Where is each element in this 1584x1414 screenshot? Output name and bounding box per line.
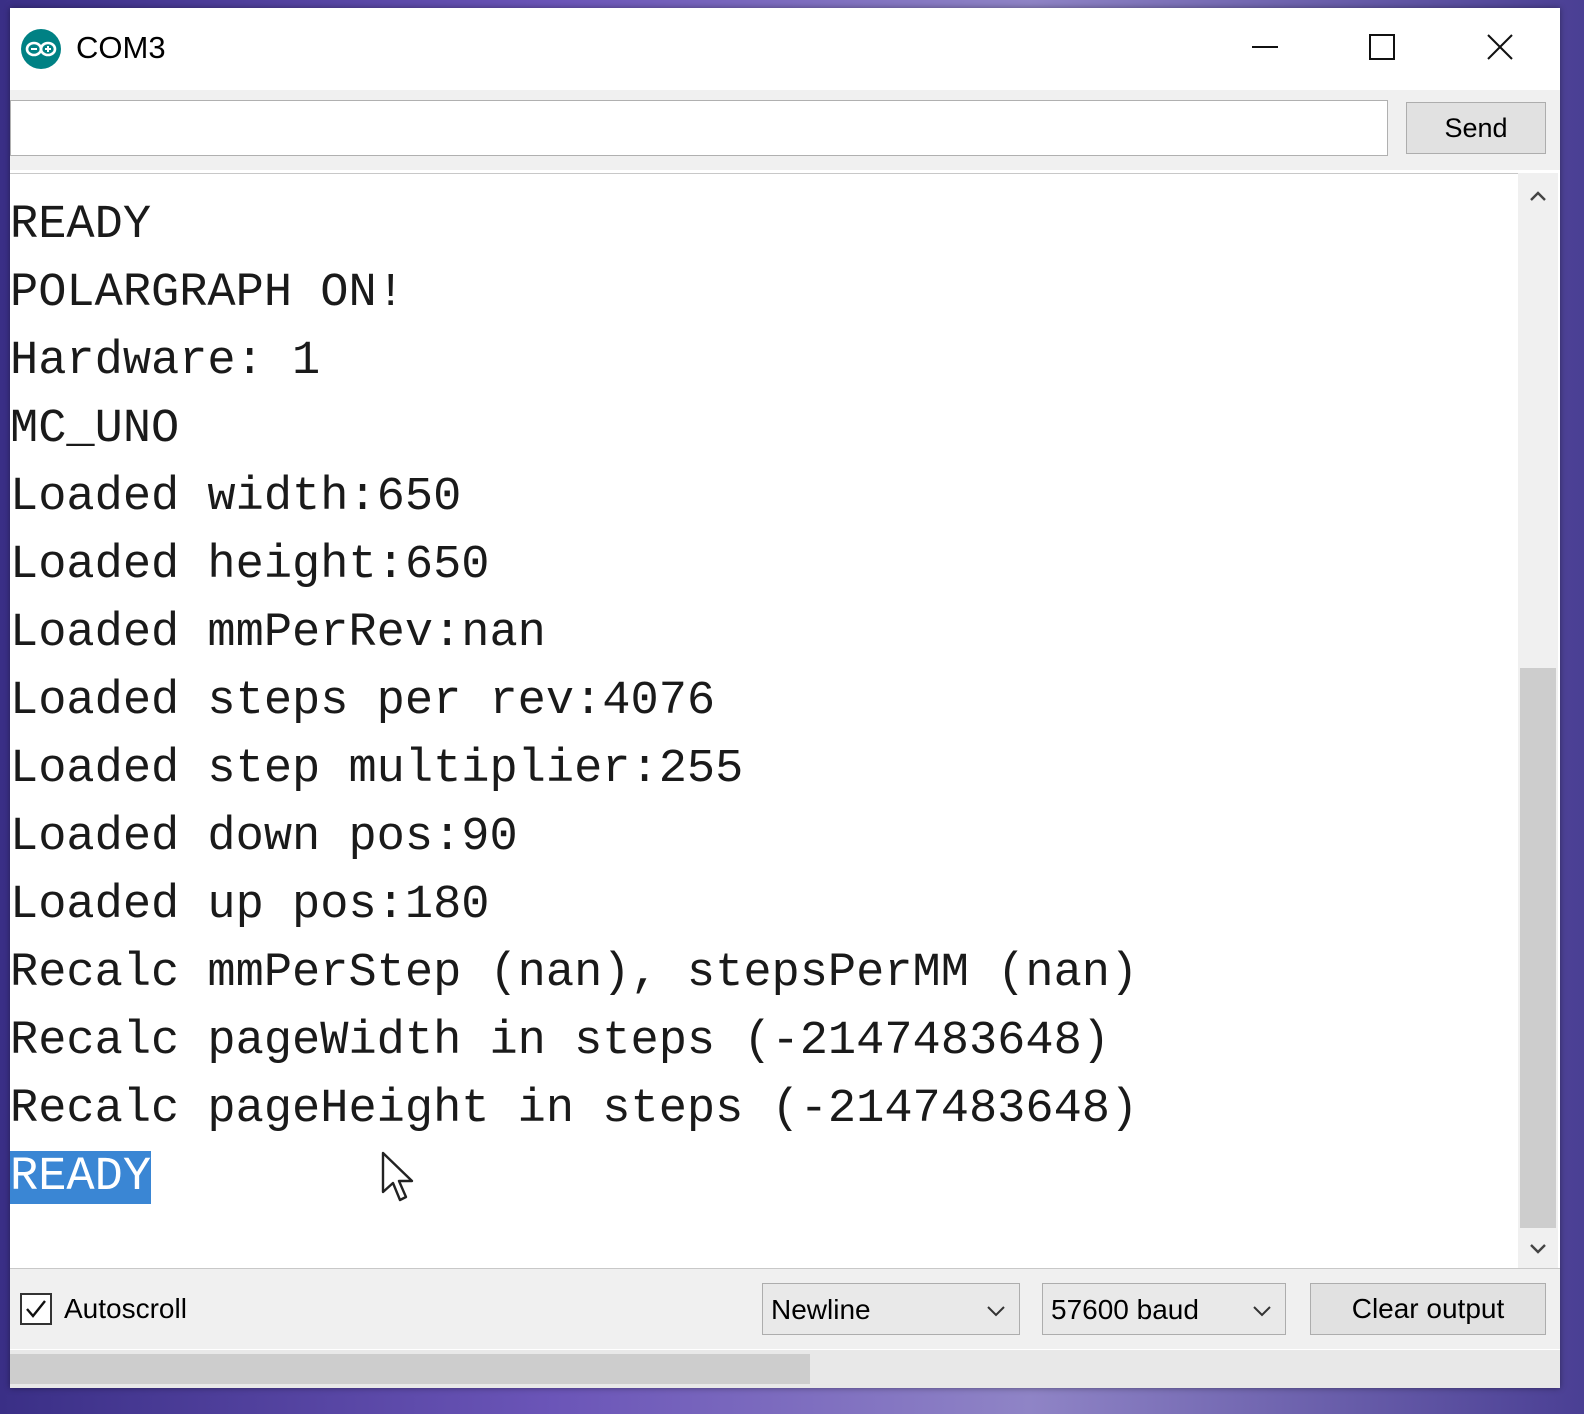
bottom-bar: Autoscroll Newline 57600 baud Clear outp… xyxy=(10,1268,1560,1349)
output-line: Recalc mmPerStep (nan), stepsPerMM (nan) xyxy=(10,947,1139,1000)
output-line: READY xyxy=(10,199,152,252)
checkmark-icon xyxy=(26,1300,46,1318)
partial-clipped-line: - - - - - - - - - - - - - - - xyxy=(10,174,903,198)
output-line: Loaded mmPerRev:nan xyxy=(10,607,546,660)
autoscroll-checkbox[interactable] xyxy=(20,1293,52,1325)
line-ending-value: Newline xyxy=(771,1294,871,1325)
baud-rate-select[interactable]: 57600 baud xyxy=(1042,1283,1286,1335)
scroll-up-icon[interactable] xyxy=(1526,185,1550,209)
serial-send-input[interactable] xyxy=(10,100,1388,156)
minimize-button[interactable] xyxy=(1235,22,1295,72)
clear-output-button[interactable]: Clear output xyxy=(1310,1283,1546,1335)
baud-rate-value: 57600 baud xyxy=(1051,1294,1199,1325)
selected-text: READY xyxy=(10,1151,152,1204)
output-line: Recalc pageHeight in steps (-2147483648) xyxy=(10,1083,1139,1136)
chevron-down-icon xyxy=(987,1306,1005,1317)
output-line: POLARGRAPH ON! xyxy=(10,267,405,320)
output-line: Loaded down pos:90 xyxy=(10,811,518,864)
arduino-infinity-icon xyxy=(21,29,61,69)
autoscroll-label: Autoscroll xyxy=(64,1293,187,1324)
output-line: Loaded up pos:180 xyxy=(10,879,490,932)
line-ending-select[interactable]: Newline xyxy=(762,1283,1020,1335)
output-line: Loaded height:650 xyxy=(10,539,490,592)
send-button[interactable]: Send xyxy=(1406,102,1546,154)
send-bar: Send xyxy=(10,90,1560,170)
output-line: Recalc pageWidth in steps (-2147483648) xyxy=(10,1015,1110,1068)
horizontal-scrollbar-thumb[interactable] xyxy=(10,1354,810,1384)
output-line: Loaded steps per rev:4076 xyxy=(10,675,716,728)
vertical-scrollbar[interactable] xyxy=(1518,173,1558,1268)
close-button[interactable] xyxy=(1470,22,1530,72)
output-line: Loaded step multiplier:255 xyxy=(10,743,744,796)
output-line-selected: READY xyxy=(10,1144,152,1212)
close-icon xyxy=(1487,34,1513,60)
scrollbar-thumb[interactable] xyxy=(1520,668,1556,1228)
horizontal-scrollbar[interactable] xyxy=(10,1350,1560,1388)
chevron-down-icon xyxy=(1253,1306,1271,1317)
maximize-button[interactable] xyxy=(1352,22,1412,72)
output-line: MC_UNO xyxy=(10,403,180,456)
maximize-icon xyxy=(1369,34,1395,60)
title-bar[interactable]: COM3 xyxy=(10,8,1560,88)
mouse-pointer-icon xyxy=(381,1151,414,1202)
scroll-down-icon[interactable] xyxy=(1526,1236,1550,1260)
output-line: Loaded width:650 xyxy=(10,471,462,524)
serial-output-area[interactable]: - - - - - - - - - - - - - - - READY POLA… xyxy=(10,173,1518,1269)
minimize-icon xyxy=(1252,46,1278,48)
window-title: COM3 xyxy=(76,30,166,65)
output-line: Hardware: 1 xyxy=(10,335,321,388)
serial-monitor-window: COM3 Send - - - - - - - - - - - - - - - … xyxy=(10,8,1560,1388)
